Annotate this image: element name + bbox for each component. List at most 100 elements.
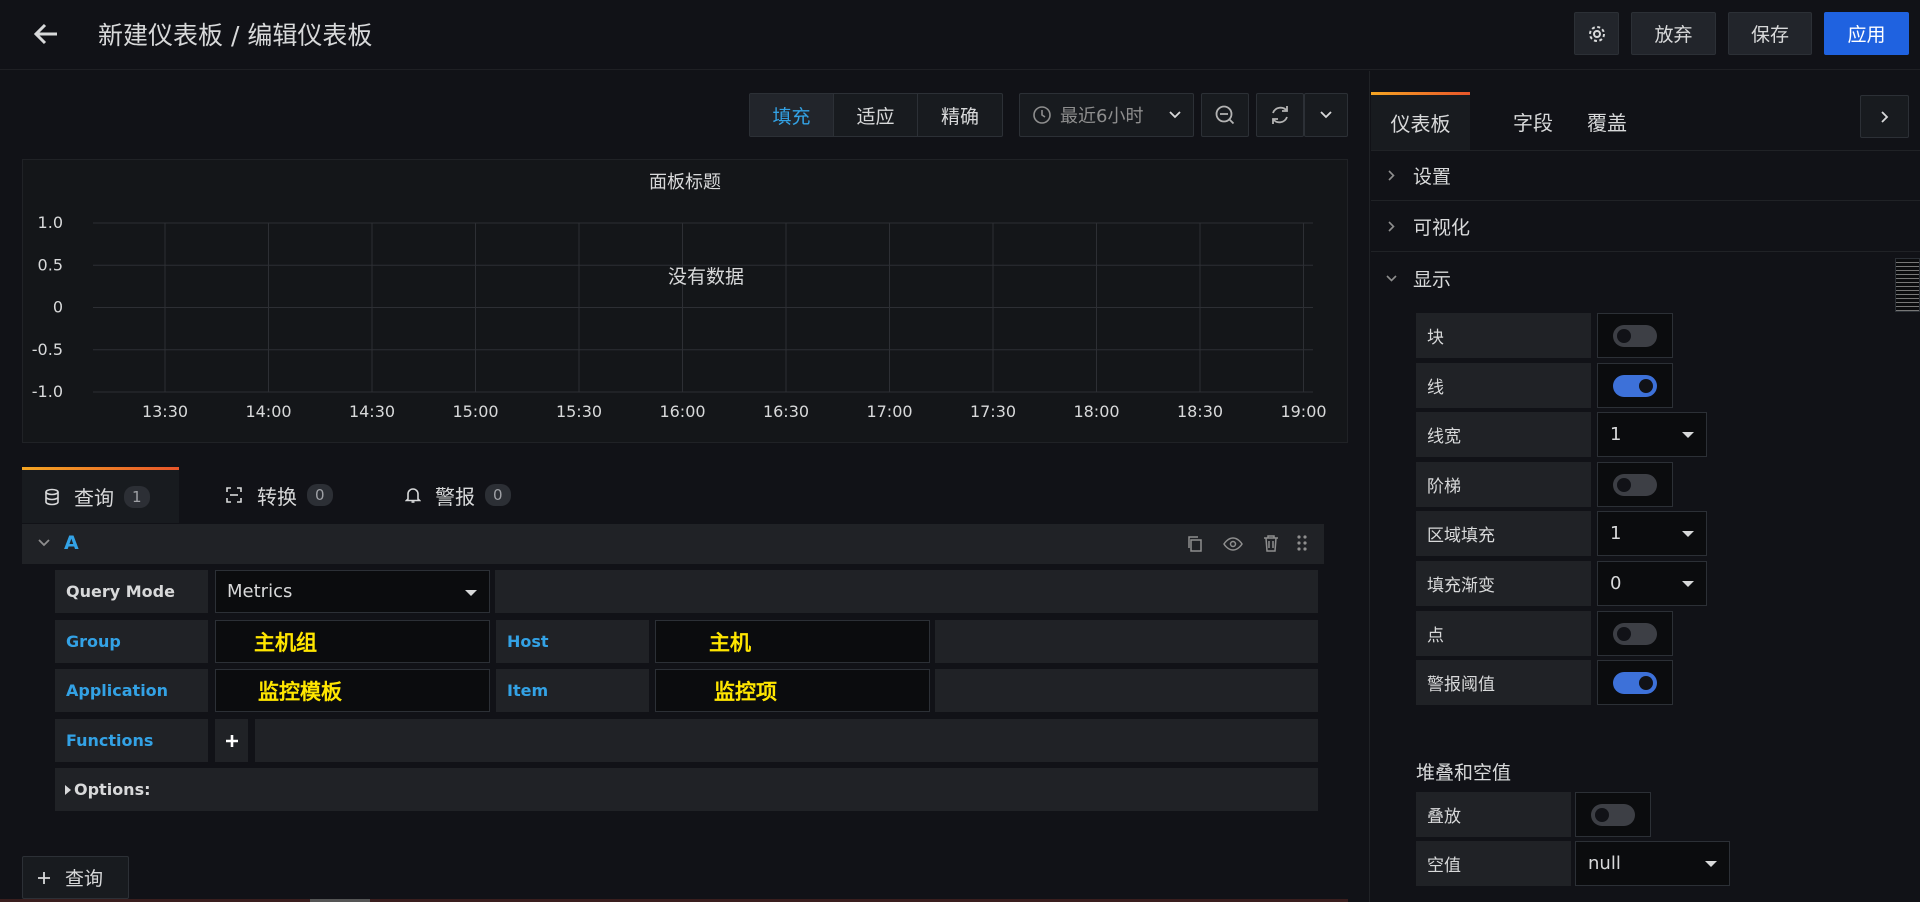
refresh-interval-dropdown[interactable]	[1304, 93, 1348, 137]
section-visualization[interactable]: 可视化	[1371, 202, 1920, 252]
tab-alert[interactable]: 警报 0	[405, 467, 511, 523]
caret-down-icon	[1682, 581, 1694, 587]
toggle-switch[interactable]	[1613, 671, 1657, 694]
caret-right-icon	[65, 784, 71, 795]
null-value-label: 空值	[1416, 841, 1571, 886]
toggle-switch[interactable]	[1613, 473, 1657, 496]
trash-icon[interactable]	[1263, 534, 1279, 552]
pane-divider[interactable]	[1369, 71, 1370, 902]
toggle-switch[interactable]	[1613, 374, 1657, 397]
tab-query[interactable]: 查询 1	[22, 467, 179, 523]
chevron-down-icon	[1169, 111, 1181, 119]
refresh-button[interactable]	[1256, 93, 1304, 137]
view-mode-fill[interactable]: 填充	[750, 94, 834, 136]
display-option-toggle[interactable]	[1597, 462, 1673, 507]
gear-icon	[1588, 25, 1605, 42]
display-option-select[interactable]: 0	[1597, 561, 1707, 606]
time-range-picker[interactable]: 最近6小时	[1019, 93, 1194, 137]
application-value: 监控模板	[258, 679, 342, 704]
group-label: Group	[55, 620, 208, 663]
minimap[interactable]	[1895, 258, 1920, 312]
display-option-toggle[interactable]	[1597, 611, 1673, 656]
transform-icon	[226, 487, 242, 503]
view-mode-switch: 填充 适应 精确	[749, 93, 1003, 137]
query-ref-id[interactable]: A	[64, 532, 79, 554]
no-data-message: 没有数据	[668, 266, 745, 288]
query-mode-select[interactable]: Metrics	[215, 570, 490, 613]
tab-transform-count: 0	[307, 484, 333, 506]
apply-button[interactable]: 应用	[1824, 12, 1909, 55]
x-tick-label: 16:30	[763, 402, 809, 421]
item-input[interactable]: 监控项	[655, 669, 930, 712]
add-function-button[interactable]	[215, 719, 248, 762]
stack-toggle[interactable]	[1575, 792, 1651, 837]
section-visualization-label: 可视化	[1413, 217, 1471, 239]
display-option-toggle[interactable]	[1597, 660, 1673, 705]
chevron-right-icon	[1880, 110, 1888, 123]
y-tick-label: 1.0	[38, 213, 63, 232]
query-mode-filler	[495, 570, 1318, 613]
display-option-label: 线	[1416, 363, 1591, 408]
caret-down-icon	[1682, 432, 1694, 438]
x-tick-label: 14:00	[245, 402, 291, 421]
display-option-label: 警报阈值	[1416, 660, 1591, 705]
stack-toggle-switch[interactable]	[1591, 803, 1635, 826]
top-bar: 新建仪表板 / 编辑仪表板 放弃 保存 应用	[0, 0, 1920, 70]
back-arrow-icon[interactable]	[30, 18, 62, 50]
graph-chart: 1.0 0.5 0 -0.5 -1.0 13:30 14:00 14:30 15:00 15:30…	[32, 213, 1327, 421]
chevron-down-icon[interactable]	[38, 539, 50, 547]
group-host-filler	[935, 620, 1318, 663]
x-tick-label: 19:00	[1280, 402, 1326, 421]
display-option-select[interactable]: 1	[1597, 511, 1707, 556]
section-display[interactable]: 显示	[1371, 253, 1920, 303]
copy-icon[interactable]	[1186, 535, 1204, 553]
save-button[interactable]: 保存	[1728, 12, 1812, 55]
display-option-select[interactable]: 1	[1597, 412, 1707, 457]
tab-overrides[interactable]: 覆盖	[1587, 92, 1627, 150]
display-option-label: 阶梯	[1416, 462, 1591, 507]
tab-panel[interactable]: 仪表板	[1371, 92, 1470, 150]
caret-down-icon	[465, 590, 477, 596]
tab-transform[interactable]: 转换 0	[225, 467, 333, 523]
x-tick-label: 14:30	[349, 402, 395, 421]
refresh-icon	[1272, 106, 1288, 124]
section-settings[interactable]: 设置	[1371, 151, 1920, 201]
x-tick-label: 18:30	[1177, 402, 1223, 421]
y-tick-label: 0	[53, 298, 63, 317]
display-option-toggle[interactable]	[1597, 313, 1673, 358]
query-row-header[interactable]: A	[22, 524, 1324, 564]
plus-icon	[38, 871, 50, 884]
zoom-out-button[interactable]	[1201, 93, 1249, 137]
display-option-toggle[interactable]	[1597, 363, 1673, 408]
eye-icon[interactable]	[1223, 536, 1243, 552]
view-mode-fit[interactable]: 适应	[834, 94, 918, 136]
application-input[interactable]: 监控模板	[215, 669, 490, 712]
null-value-select[interactable]: null	[1575, 841, 1730, 886]
display-option-label: 区域填充	[1416, 511, 1591, 556]
time-range-label: 最近6小时	[1060, 106, 1144, 127]
options-toggle[interactable]: Options:	[55, 768, 1318, 811]
tab-field[interactable]: 字段	[1513, 92, 1553, 150]
drag-handle-icon[interactable]	[1296, 534, 1308, 552]
toggle-switch[interactable]	[1613, 622, 1657, 645]
toggle-switch[interactable]	[1613, 324, 1657, 347]
caret-down-icon	[1682, 531, 1694, 537]
group-input[interactable]: 主机组	[215, 620, 490, 663]
discard-button[interactable]: 放弃	[1631, 12, 1716, 55]
stack-null-title: 堆叠和空值	[1416, 762, 1512, 784]
chevron-down-icon	[1320, 111, 1332, 119]
display-option-label: 块	[1416, 313, 1591, 358]
query-mode-label: Query Mode	[55, 570, 208, 613]
collapse-pane-button[interactable]	[1860, 95, 1909, 138]
settings-button[interactable]	[1574, 12, 1619, 55]
tab-query-count: 1	[124, 485, 150, 508]
y-tick-label: -1.0	[32, 382, 63, 401]
host-value: 主机	[709, 630, 751, 655]
view-mode-exact[interactable]: 精确	[918, 94, 1002, 136]
add-query-button[interactable]: 查询	[22, 856, 129, 899]
host-input[interactable]: 主机	[655, 620, 930, 663]
functions-label: Functions	[55, 719, 208, 762]
query-mode-value: Metrics	[227, 581, 293, 602]
chevron-right-icon	[1388, 170, 1395, 181]
clock-icon	[1033, 106, 1051, 124]
